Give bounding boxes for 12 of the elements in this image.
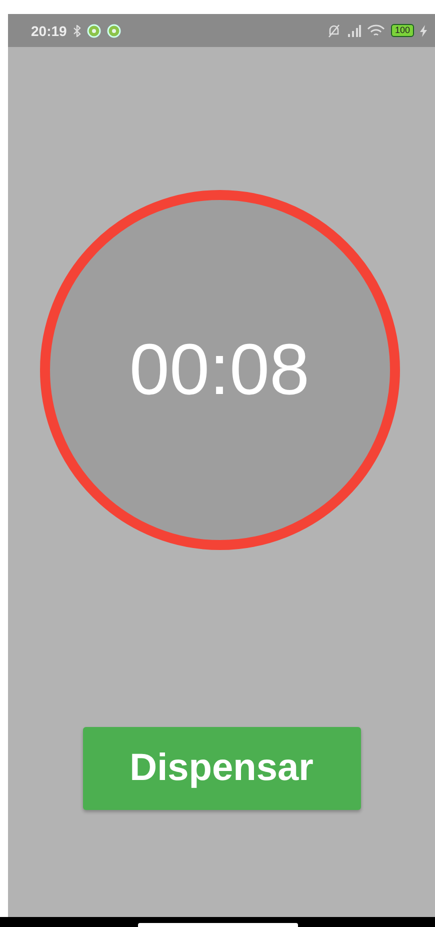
- wifi-icon: [366, 24, 385, 38]
- notification-icon: [86, 24, 101, 38]
- battery-indicator: 100: [390, 24, 414, 37]
- signal-icon: [346, 24, 361, 36]
- bluetooth-icon: [72, 24, 81, 36]
- timer-display: 00:08: [129, 329, 310, 411]
- status-time: 20:19: [31, 22, 67, 38]
- home-handle[interactable]: [138, 923, 298, 927]
- notification-icon: [106, 24, 121, 38]
- muted-bell-icon: [326, 24, 341, 38]
- dispense-button[interactable]: Dispensar: [82, 727, 360, 810]
- charging-icon: [420, 24, 427, 36]
